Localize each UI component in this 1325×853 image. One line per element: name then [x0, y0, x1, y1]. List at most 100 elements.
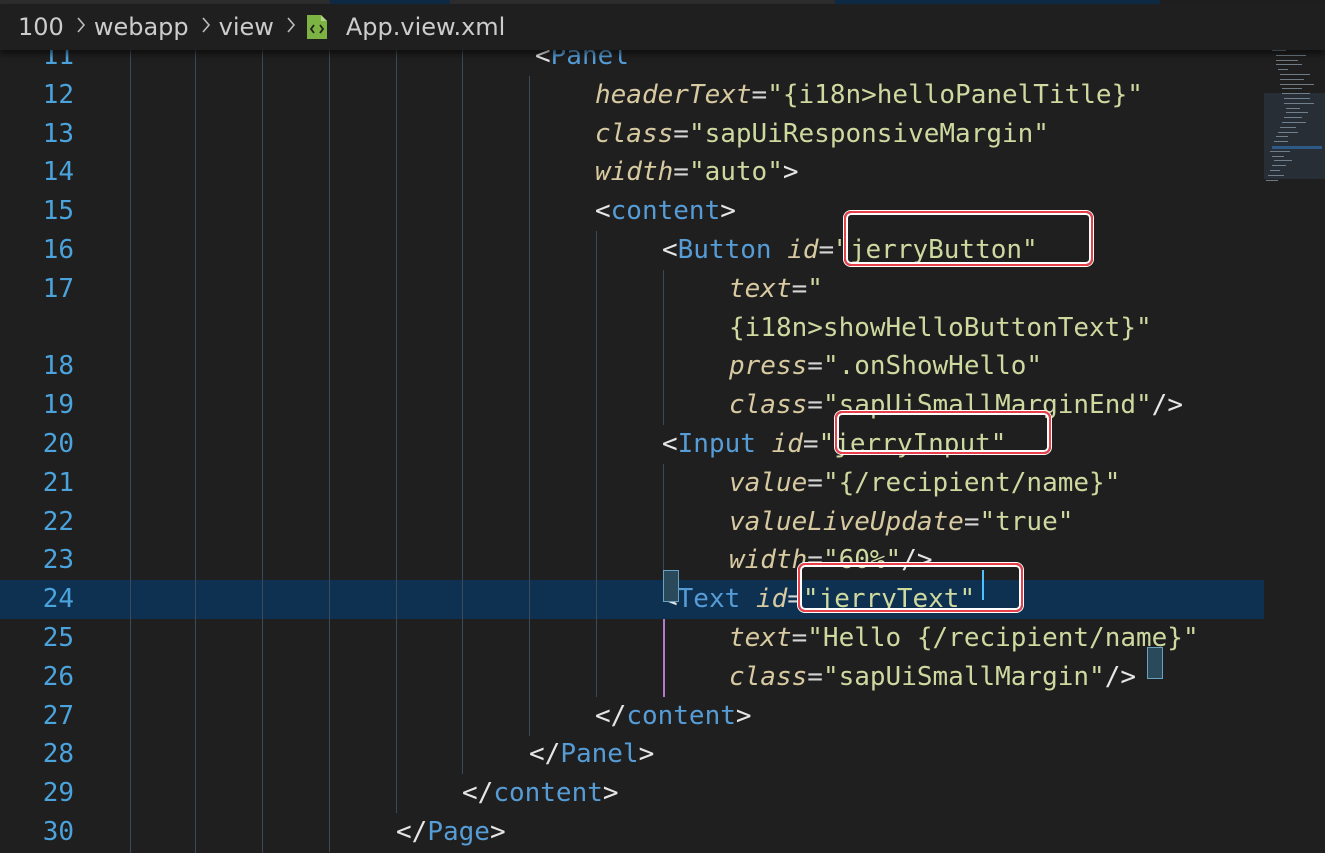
indent-guide	[462, 619, 463, 658]
code-token-str: "jerryInput"	[818, 429, 1007, 459]
code-line[interactable]: 21 value="{/recipient/name}"	[0, 463, 1264, 503]
code-token-tag: Panel	[560, 739, 639, 770]
indent-guide	[462, 657, 463, 697]
minimap[interactable]	[1264, 50, 1325, 853]
indent-guide	[529, 425, 530, 464]
code-token-sp	[756, 429, 772, 459]
indent-guide	[596, 386, 597, 426]
code-line[interactable]: 23 width="60%"/>	[0, 541, 1264, 581]
code-text: </content>	[595, 697, 752, 736]
code-text: </Page>	[396, 813, 506, 852]
code-line[interactable]: {i18n>showHelloButtonText}"	[0, 308, 1264, 348]
indent-guide	[262, 696, 263, 736]
indent-guide	[130, 231, 131, 270]
code-line[interactable]: 24 <Text id="jerryText"	[0, 580, 1264, 620]
indent-guide	[663, 657, 665, 697]
code-token-eq: =	[963, 506, 980, 537]
indent-guide	[262, 541, 263, 581]
line-number: 27	[42, 700, 74, 731]
indent-guide	[396, 619, 397, 658]
line-number: 11	[42, 50, 74, 71]
code-line[interactable]: 20 <Input id="jerryInput"	[0, 425, 1264, 464]
code-line[interactable]: 29 </content>	[0, 774, 1264, 814]
indent-guide	[396, 657, 397, 697]
code-token-sp	[772, 235, 788, 265]
indent-guide	[195, 347, 196, 387]
code-token-eq: =	[802, 429, 819, 459]
line-number: 22	[42, 506, 74, 537]
minimap-line	[1272, 165, 1286, 167]
code-token-str: {i18n>showHelloButtonText}"	[729, 312, 1152, 343]
minimap-line	[1284, 117, 1302, 119]
indent-guide	[596, 580, 597, 620]
code-token-tag: content	[626, 700, 736, 731]
code-line[interactable]: 28 </Panel>	[0, 735, 1264, 775]
indent-guide	[262, 502, 263, 542]
minimap-line	[1274, 141, 1288, 143]
code-line[interactable]: 18 press=".onShowHello"	[0, 347, 1264, 387]
code-line[interactable]: 11 <Panel	[0, 50, 1264, 76]
code-line[interactable]: 25 text="Hello {/recipient/name}"	[0, 619, 1264, 658]
code-text: width="auto">	[595, 153, 799, 192]
line-number: 14	[42, 157, 74, 188]
minimap-line	[1286, 112, 1308, 114]
code-token-eq: =	[791, 623, 808, 653]
code-token-attr: press	[729, 351, 808, 382]
breadcrumb-item-webapp[interactable]: webapp	[94, 13, 189, 41]
code-token-str: "auto"	[688, 157, 783, 188]
code-line[interactable]: 13 class="sapUiResponsiveMargin"	[0, 114, 1264, 154]
xml-file-icon	[306, 14, 328, 40]
indent-guide	[596, 502, 597, 542]
code-editor[interactable]: 11 <Panel 12 headerText="{i18n>helloPanelTi…	[0, 50, 1264, 853]
code-line[interactable]: 16 <Button id="jerryButton"	[0, 231, 1264, 270]
code-line[interactable]: 30 </Page>	[0, 813, 1264, 852]
code-token-br: </	[595, 700, 627, 731]
code-line[interactable]: 14 width="auto">	[0, 153, 1264, 193]
code-text: {i18n>showHelloButtonText}"	[729, 309, 1152, 348]
indent-guide	[329, 502, 330, 542]
code-line[interactable]: 22 valueLiveUpdate="true"	[0, 502, 1264, 542]
indent-guide	[195, 192, 196, 232]
indent-guide	[130, 114, 131, 154]
breadcrumb-item-view[interactable]: view	[219, 13, 274, 41]
indent-guide	[262, 619, 263, 658]
indent-guide	[396, 425, 397, 464]
indent-guide	[195, 153, 196, 193]
indent-guide	[195, 696, 196, 736]
minimap-line	[1280, 126, 1296, 128]
code-token-br: <	[662, 235, 678, 265]
text-caret	[982, 570, 984, 600]
code-token-tag: Page	[427, 817, 490, 847]
minimap-line	[1284, 98, 1310, 99]
code-token-tag: Text	[677, 584, 741, 615]
indent-guide	[396, 347, 397, 387]
code-line[interactable]: 26 class="sapUiSmallMargin"/>	[0, 657, 1264, 697]
minimap-line	[1284, 102, 1314, 104]
indent-guide	[529, 114, 530, 154]
code-line[interactable]: 27 </content>	[0, 696, 1264, 736]
indent-guide	[130, 541, 131, 581]
breadcrumb-item-root[interactable]: 100	[18, 13, 64, 41]
indent-guide	[329, 347, 330, 387]
code-text: </Panel>	[529, 735, 654, 774]
breadcrumb: 100 webapp view App.view.xml	[0, 4, 1325, 50]
indent-guide	[529, 696, 530, 736]
code-line[interactable]: 17 text="	[0, 269, 1264, 309]
chevron-right-icon	[201, 15, 211, 40]
indent-guide	[262, 153, 263, 193]
indent-guide	[663, 386, 664, 426]
code-line[interactable]: 12 headerText="{i18n>helloPanelTitle}"	[0, 75, 1264, 115]
indent-guide	[130, 192, 131, 232]
minimap-line	[1270, 150, 1290, 152]
indent-guide	[529, 347, 530, 387]
indent-guide	[529, 308, 530, 348]
code-line[interactable]: 19 class="sapUiSmallMarginEnd"/>	[0, 386, 1264, 426]
code-token-attr: text	[729, 623, 792, 653]
indent-guide	[663, 463, 664, 503]
code-text: valueLiveUpdate="true"	[729, 503, 1073, 542]
indent-guide	[262, 735, 263, 775]
breadcrumb-item-file[interactable]: App.view.xml	[346, 13, 505, 41]
code-line[interactable]: 15 <content>	[0, 192, 1264, 232]
code-token-br: >	[735, 700, 752, 731]
indent-guide	[262, 269, 263, 309]
